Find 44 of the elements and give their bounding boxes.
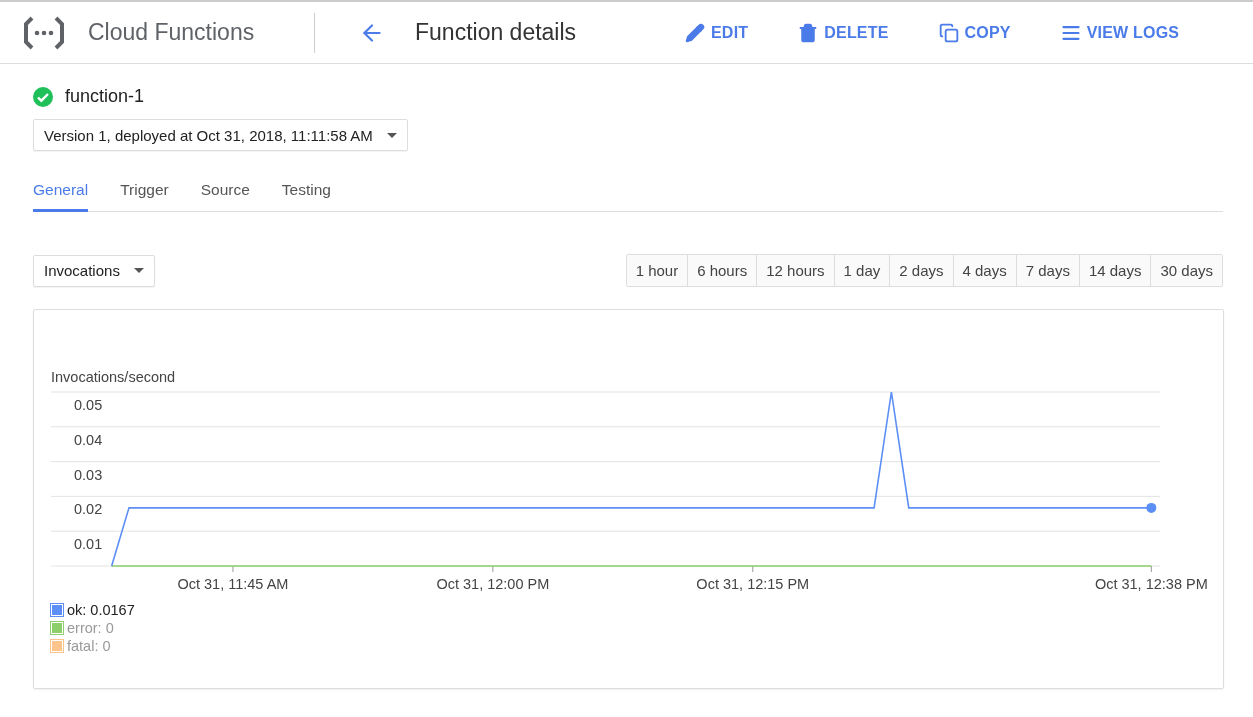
time-range-button[interactable]: 1 day [833,255,890,286]
time-range-button[interactable]: 14 days [1078,255,1151,286]
time-range-button[interactable]: 7 days [1015,255,1079,286]
x-tick-label: Oct 31, 12:38 PM [1094,576,1208,592]
x-tick-label: Oct 31, 12:15 PM [696,576,810,592]
time-range-button[interactable]: 1 hour [626,255,688,286]
product-name: Cloud Functions [88,19,256,46]
y-tick-label: 0.04 [74,431,103,448]
y-tick-label: 0.03 [74,466,103,483]
y-tick-label: 0.05 [74,397,103,413]
tab[interactable]: General [33,173,89,212]
time-range-button[interactable]: 12 hours [756,255,834,286]
tab[interactable]: Trigger [120,173,169,212]
delete-button[interactable]: DELETE [798,22,889,43]
pencil-icon [685,22,705,43]
y-axis-title: Invocations/second [51,369,176,385]
copy-button[interactable]: COPY [938,22,1011,43]
tab[interactable]: Source [200,173,250,212]
check-circle-icon [33,86,53,107]
page-title: Function details [415,19,578,46]
edit-button[interactable]: EDIT [685,22,749,43]
x-tick-label: Oct 31, 12:00 PM [436,576,550,592]
time-range-button[interactable]: 2 days [889,255,953,286]
logs-button[interactable]: VIEW LOGS [1060,22,1180,43]
time-range-button[interactable]: 4 days [952,255,1016,286]
caret-icon [133,268,144,273]
time-range-button[interactable]: 6 hours [687,255,757,286]
time-range-button[interactable]: 30 days [1150,255,1222,286]
x-tick [752,565,754,573]
x-tick [492,565,494,573]
copy-icon [938,22,959,43]
caret-icon [386,132,397,138]
trash-icon [798,22,819,43]
function-name: function-1 [65,86,145,107]
y-tick-label: 0.02 [74,501,103,518]
tab[interactable]: Testing [281,173,331,212]
metric-dropdown[interactable]: Invocations [33,254,155,287]
version-dropdown[interactable]: Version 1, deployed at Oct 31, 2018, 11:11:58 AM [33,119,408,151]
x-tick-label: Oct 31, 11:45 AM [177,576,289,592]
x-tick [232,565,234,573]
y-tick-label: 0.01 [74,536,103,553]
legend-label[interactable]: ok: 0.0167 [67,602,135,618]
brackets-logo-icon [22,14,66,51]
x-tick [1150,565,1152,573]
